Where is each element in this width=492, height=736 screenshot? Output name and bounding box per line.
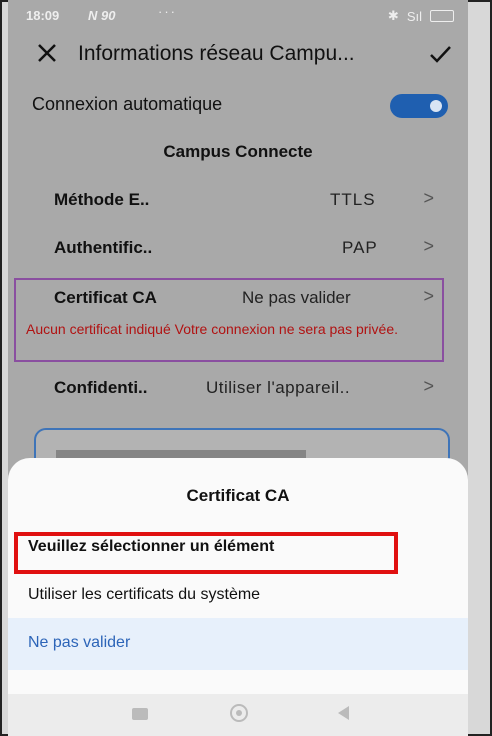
app-bar: Informations réseau Campu... bbox=[8, 30, 468, 80]
eap-method-label: Méthode E.. bbox=[54, 190, 150, 209]
network-letter: N bbox=[88, 8, 98, 23]
bluetooth-icon: ✱ bbox=[387, 8, 399, 23]
network-indicator: N 90 bbox=[88, 8, 115, 23]
authentication-value: PAP bbox=[342, 238, 378, 257]
privacy-label: Confidenti.. bbox=[54, 378, 148, 397]
signal-icon: Sıl bbox=[406, 8, 422, 24]
page-title: Informations réseau Campu... bbox=[78, 42, 355, 65]
eap-method-row[interactable]: Méthode E.. TTLS > bbox=[54, 186, 434, 216]
chevron-right-icon: > bbox=[423, 286, 434, 306]
chevron-right-icon: > bbox=[423, 236, 434, 256]
confirm-check-icon[interactable] bbox=[428, 42, 452, 66]
highlight-annotation bbox=[14, 532, 398, 574]
network-value: 90 bbox=[101, 8, 116, 23]
bottom-sheet: Certificat CA Veuillez sélectionner un é… bbox=[8, 458, 468, 694]
chevron-right-icon: > bbox=[423, 376, 434, 396]
authentication-row[interactable]: Authentific.. PAP > bbox=[54, 234, 434, 264]
chevron-right-icon: > bbox=[423, 188, 434, 208]
option-do-not-validate[interactable]: Ne pas valider bbox=[28, 634, 130, 652]
phone-screen: 18:09 N 90 ··· ✱ Sıl Informations réseau… bbox=[8, 0, 468, 736]
home-icon[interactable] bbox=[230, 704, 248, 722]
privacy-row[interactable]: Confidenti.. Utiliser l'appareil.. > bbox=[54, 374, 434, 404]
toggle-knob bbox=[430, 100, 442, 112]
auto-connect-toggle[interactable] bbox=[390, 94, 448, 118]
recent-apps-icon[interactable] bbox=[132, 708, 148, 720]
ca-certificate-value: Ne pas valider bbox=[242, 288, 351, 307]
authentication-label: Authentific.. bbox=[54, 238, 153, 257]
status-bar: 18:09 N 90 ··· ✱ Sıl bbox=[8, 0, 468, 30]
status-time: 18:09 bbox=[26, 8, 60, 23]
privacy-value: Utiliser l'appareil.. bbox=[206, 378, 351, 397]
status-icons: ✱ Sıl bbox=[388, 8, 454, 24]
eap-method-value: TTLS bbox=[330, 190, 376, 209]
sheet-title: Certificat CA bbox=[186, 486, 290, 505]
ca-certificate-label: Certificat CA bbox=[54, 288, 157, 307]
section-title: Campus Connecte bbox=[163, 142, 313, 161]
battery-icon bbox=[430, 10, 454, 22]
option-system-certificates[interactable]: Utiliser les certificats du système bbox=[28, 586, 260, 604]
ca-certificate-row[interactable]: Certificat CA Ne pas valider > bbox=[54, 284, 434, 314]
back-icon[interactable] bbox=[338, 706, 349, 720]
certificate-warning: Aucun certificat indiqué Votre connexion… bbox=[26, 321, 399, 337]
navigation-bar bbox=[8, 694, 468, 736]
close-icon[interactable] bbox=[36, 42, 58, 64]
more-notifications-icon: ··· bbox=[158, 4, 177, 19]
